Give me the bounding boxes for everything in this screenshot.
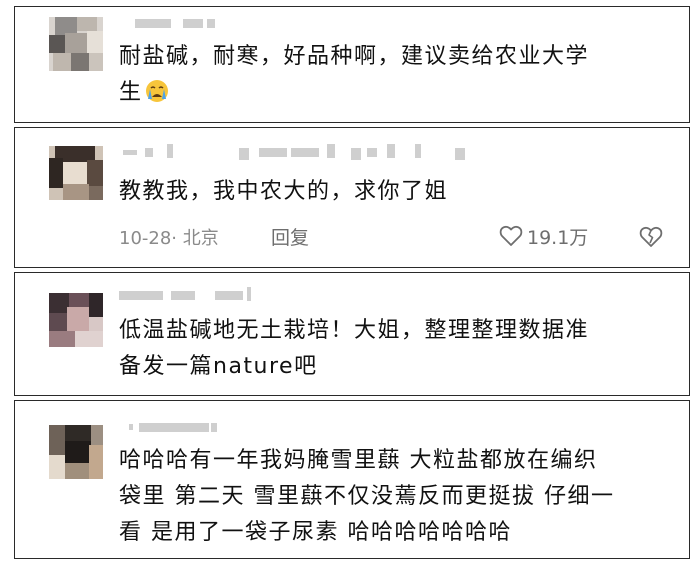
comment-card-3: 低温盐碱地无土栽培！大姐，整理整理数据准 备发一篇nature吧: [14, 272, 690, 396]
comment-text: 教教我，我中农大的，求你了姐: [119, 179, 449, 204]
comment-timestamp: 10-28· 北京: [119, 228, 219, 249]
avatar[interactable]: [49, 425, 103, 479]
avatar[interactable]: [49, 146, 103, 200]
avatar[interactable]: [49, 293, 103, 347]
like-count: 19.1万: [527, 226, 589, 249]
comment-card-4: 哈哈哈有一年我妈腌雪里蕻 大粒盐都放在编织 袋里 第二天 雪里蕻不仅没蔫反而更挺…: [14, 400, 690, 559]
reply-button[interactable]: 回复: [271, 223, 309, 250]
avatar[interactable]: [49, 17, 103, 71]
comment-text: 低温盐碱地无土栽培！大姐，整理整理数据准 备发一篇nature吧: [119, 318, 590, 379]
like-button[interactable]: 19.1万: [499, 224, 589, 249]
comment-text: 哈哈哈有一年我妈腌雪里蕻 大粒盐都放在编织 袋里 第二天 雪里蕻不仅没蔫反而更挺…: [119, 448, 615, 545]
comment-card-2: 教教我，我中农大的，求你了姐 10-28· 北京 回复 19.1万: [14, 127, 690, 268]
comment-card-1: 耐盐碱，耐寒，好品种啊，建议卖给农业大学 生: [14, 6, 690, 123]
heart-icon: [499, 225, 523, 246]
dislike-broken-heart-icon[interactable]: [639, 226, 663, 248]
comment-text: 耐盐碱，耐寒，好品种啊，建议卖给农业大学 生: [119, 44, 590, 105]
crying-face-icon: [145, 80, 168, 102]
